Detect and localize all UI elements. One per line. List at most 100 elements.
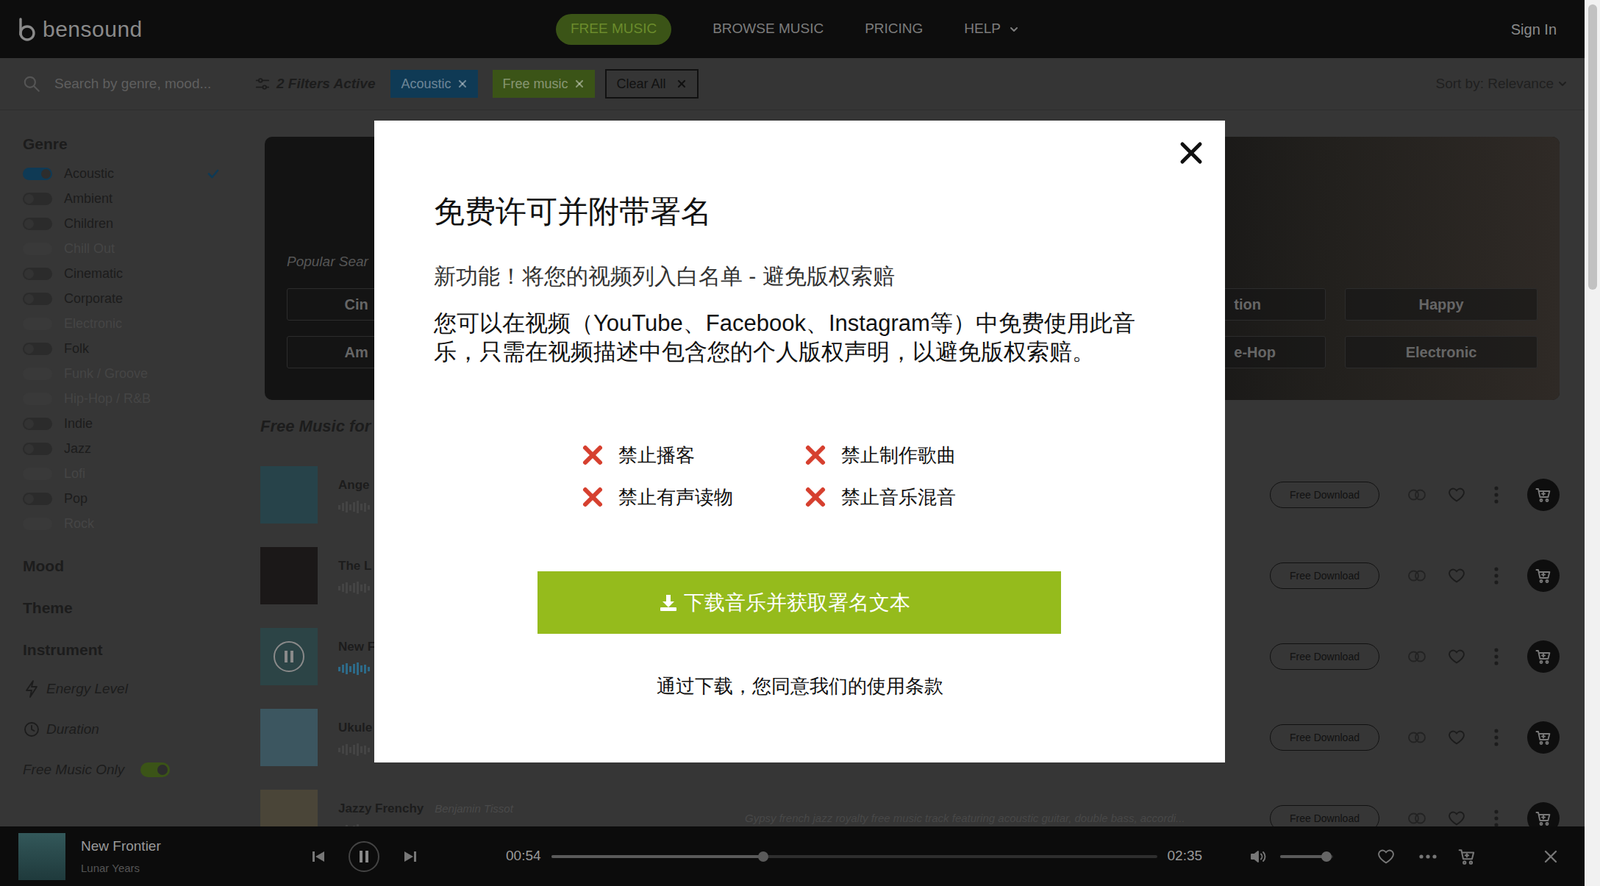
more-icon[interactable] xyxy=(1476,726,1517,749)
license-icon[interactable] xyxy=(1397,483,1437,506)
track-thumbnail[interactable] xyxy=(260,547,318,605)
next-icon[interactable] xyxy=(401,847,420,866)
search-input[interactable] xyxy=(54,73,228,95)
scrollbar-thumb[interactable] xyxy=(1588,4,1598,290)
close-icon[interactable] xyxy=(574,78,585,89)
progress-fill xyxy=(551,855,764,859)
logo[interactable]: bensound xyxy=(16,12,556,46)
search-tag[interactable]: Electronic xyxy=(1344,336,1538,369)
genre-item[interactable]: Acoustic xyxy=(22,161,240,187)
genre-toggle xyxy=(22,392,53,406)
clear-all-button[interactable]: Clear All xyxy=(605,69,699,99)
close-icon[interactable] xyxy=(1177,139,1205,167)
track-title[interactable]: Ange xyxy=(338,475,370,495)
nav-link[interactable]: BROWSE MUSIC xyxy=(712,13,824,45)
volume-track[interactable] xyxy=(1280,855,1334,859)
cart-icon[interactable] xyxy=(1527,721,1560,754)
filter-section-heading[interactable]: Mood xyxy=(22,555,240,577)
cart-icon[interactable] xyxy=(1527,640,1560,673)
genre-item[interactable]: Ambient xyxy=(22,186,240,212)
heart-icon[interactable] xyxy=(1377,847,1395,866)
genre-toggle[interactable] xyxy=(22,292,53,306)
filters-active[interactable]: 2 Filters Active xyxy=(254,73,375,95)
volume-handle[interactable] xyxy=(1321,851,1332,862)
sort-dropdown[interactable]: Sort by: Relevance xyxy=(1435,73,1569,95)
heart-icon[interactable] xyxy=(1436,564,1477,587)
genre-item[interactable]: Folk xyxy=(22,336,240,362)
nav-link[interactable]: PRICING xyxy=(864,13,923,45)
heart-icon[interactable] xyxy=(1436,726,1477,749)
genre-toggle[interactable] xyxy=(22,192,53,206)
sign-in-link[interactable]: Sign In xyxy=(1511,18,1557,41)
heart-icon[interactable] xyxy=(1436,645,1477,668)
genre-toggle[interactable] xyxy=(22,442,53,456)
track-thumbnail[interactable] xyxy=(260,466,318,524)
genre-item[interactable]: Pop xyxy=(22,486,240,512)
search-tag[interactable]: Happy xyxy=(1344,288,1538,321)
genre-toggle[interactable] xyxy=(22,492,53,506)
filter-section-heading[interactable]: Instrument xyxy=(22,639,240,661)
filter-chip[interactable]: Free music xyxy=(492,69,595,98)
cross-icon xyxy=(581,444,604,467)
license-icon[interactable] xyxy=(1397,564,1437,587)
energy-level-filter[interactable]: Energy Level xyxy=(22,678,240,700)
genre-toggle[interactable] xyxy=(22,167,53,181)
pause-icon[interactable] xyxy=(347,840,381,873)
free-download-button[interactable]: Free Download xyxy=(1269,481,1380,509)
search-tag-label: Am xyxy=(344,341,369,364)
player-title[interactable]: New Frontier xyxy=(80,836,302,858)
nav-link[interactable]: FREE MUSIC xyxy=(555,13,672,45)
free-download-button[interactable]: Free Download xyxy=(1269,724,1380,751)
download-button[interactable]: 下载音乐并获取署名文本 xyxy=(537,571,1062,634)
nav-link[interactable]: HELP xyxy=(963,13,1020,45)
track-artist[interactable]: Benjamin Tissot xyxy=(434,800,514,818)
cart-icon[interactable] xyxy=(1457,847,1477,867)
duration-filter[interactable]: Duration xyxy=(22,719,240,740)
filter-section-heading[interactable]: Theme xyxy=(22,597,240,619)
genre-toggle[interactable] xyxy=(22,217,53,231)
track-title[interactable]: Jazzy Frenchy xyxy=(338,799,424,819)
player-artist[interactable]: Lunar Years xyxy=(80,860,302,878)
more-icon[interactable] xyxy=(1476,483,1517,506)
license-icon[interactable] xyxy=(1397,645,1437,668)
more-icon[interactable] xyxy=(1418,847,1438,866)
track-thumbnail[interactable] xyxy=(260,708,318,767)
genre-item[interactable]: Corporate xyxy=(22,286,240,312)
cart-icon[interactable] xyxy=(1527,559,1560,592)
genre-toggle[interactable] xyxy=(22,267,53,281)
close-icon[interactable] xyxy=(457,78,468,89)
genre-item[interactable]: Indie xyxy=(22,411,240,437)
free-only-toggle[interactable] xyxy=(140,762,170,778)
progress-track[interactable] xyxy=(551,855,1158,859)
track-thumbnail[interactable] xyxy=(260,627,318,686)
genre-toggle[interactable] xyxy=(22,417,53,431)
free-download-button[interactable]: Free Download xyxy=(1269,562,1380,589)
toggle-knob xyxy=(24,294,34,304)
free-only-filter[interactable]: Free Music Only xyxy=(22,759,240,781)
license-icon[interactable] xyxy=(1397,726,1437,749)
genre-item[interactable]: Children xyxy=(22,211,240,237)
genre-heading[interactable]: Genre xyxy=(22,133,240,155)
track-title[interactable]: The L xyxy=(338,556,372,576)
track-title[interactable]: New F xyxy=(338,637,375,657)
track-title[interactable]: Ukule xyxy=(338,718,373,738)
more-icon[interactable] xyxy=(1476,564,1517,587)
scrollbar[interactable] xyxy=(1584,0,1600,886)
terms-link[interactable]: 通过下载，您同意我们的使用条款 xyxy=(433,672,1166,700)
heart-icon[interactable] xyxy=(1436,483,1477,506)
pause-icon[interactable] xyxy=(272,639,306,674)
cart-icon[interactable] xyxy=(1527,478,1560,512)
toggle-knob xyxy=(24,344,34,354)
toggle-knob xyxy=(157,764,168,775)
genre-item: Hip-Hop / R&B xyxy=(22,386,240,412)
more-icon[interactable] xyxy=(1476,645,1517,668)
previous-icon[interactable] xyxy=(309,847,328,866)
genre-toggle[interactable] xyxy=(22,342,53,356)
volume-icon[interactable] xyxy=(1249,847,1269,866)
filter-chip[interactable]: Acoustic xyxy=(390,69,478,98)
genre-item[interactable]: Cinematic xyxy=(22,261,240,287)
genre-item[interactable]: Jazz xyxy=(22,436,240,462)
free-download-button[interactable]: Free Download xyxy=(1269,643,1380,670)
progress-handle[interactable] xyxy=(758,851,769,862)
close-icon[interactable] xyxy=(1542,848,1559,865)
